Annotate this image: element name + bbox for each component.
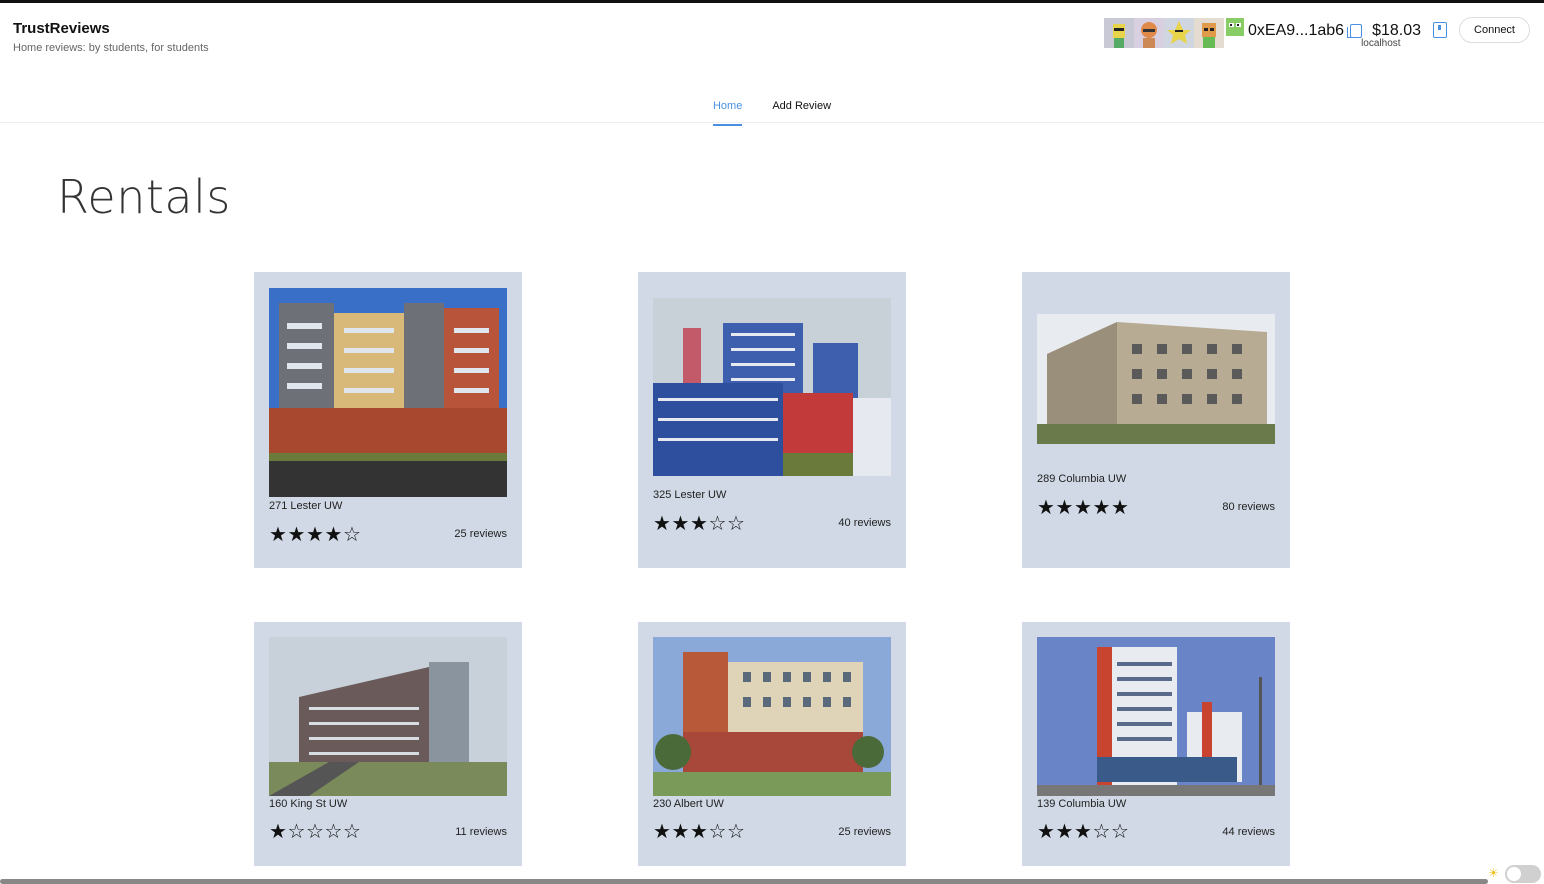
star-empty-icon: ☆ [1111, 821, 1129, 843]
avatar [1194, 18, 1224, 48]
star-filled-icon: ★ [1055, 821, 1074, 843]
avatar [1226, 18, 1244, 36]
network-label: localhost [1361, 38, 1401, 49]
review-count: 40 reviews [838, 517, 891, 529]
review-count: 44 reviews [1222, 826, 1275, 838]
star-filled-icon: ★ [1074, 821, 1092, 843]
star-filled-icon: ★ [653, 821, 671, 843]
star-filled-icon: ★ [1037, 821, 1055, 843]
star-filled-icon: ★ [1092, 497, 1111, 519]
review-count: 11 reviews [455, 826, 507, 838]
rental-photo [1037, 637, 1275, 796]
wallet-address: 0xEA9...1ab6 [1248, 22, 1345, 39]
star-empty-icon: ☆ [343, 524, 361, 546]
star-empty-icon: ☆ [306, 821, 324, 843]
rental-name: 289 Columbia UW [1037, 473, 1127, 485]
star-empty-icon: ☆ [343, 821, 361, 843]
balance-group: $18.03 localhost [1361, 17, 1421, 49]
rental-name: 139 Columbia UW [1037, 798, 1127, 810]
app-title: TrustReviews [13, 20, 110, 37]
star-filled-icon: ★ [690, 821, 708, 843]
star-filled-icon: ★ [1055, 497, 1074, 519]
rental-card[interactable]: 230 Albert UW ★ ★ ★ ☆ ☆ 25 reviews [638, 622, 906, 866]
rental-card[interactable]: 325 Lester UW ★ ★ ★ ☆ ☆ 40 reviews [638, 272, 906, 568]
rating-stars: ★ ★ ★ ☆ ☆ [1037, 822, 1130, 842]
review-count: 25 reviews [838, 826, 891, 838]
review-count: 25 reviews [454, 528, 507, 540]
rating-stars: ★ ★ ★ ☆ ☆ [653, 514, 746, 534]
star-filled-icon: ★ [671, 513, 690, 535]
star-filled-icon: ★ [690, 513, 708, 535]
page-title: Rentals [57, 170, 231, 224]
star-filled-icon: ★ [324, 524, 343, 546]
avatar [1164, 18, 1194, 48]
rental-photo [269, 637, 507, 796]
review-count: 80 reviews [1222, 501, 1275, 513]
brand: TrustReviews Home reviews: by students, … [13, 20, 209, 54]
app-subtitle: Home reviews: by students, for students [13, 42, 209, 54]
connect-button[interactable]: Connect [1459, 17, 1530, 43]
rental-card[interactable]: 139 Columbia UW ★ ★ ★ ☆ ☆ 44 reviews [1022, 622, 1290, 866]
wallet-bar: 0xEA9...1ab6 $18.03 localhost Connect [1104, 17, 1530, 49]
rental-photo [653, 298, 891, 476]
star-filled-icon: ★ [1037, 497, 1055, 519]
rental-name: 160 King St UW [269, 798, 348, 810]
main-nav: Home Add Review [0, 96, 1544, 126]
star-empty-icon: ☆ [708, 821, 727, 843]
tab-home[interactable]: Home [712, 100, 743, 126]
tab-add-review[interactable]: Add Review [772, 100, 831, 126]
rental-name: 325 Lester UW [653, 489, 727, 501]
star-empty-icon: ☆ [324, 821, 343, 843]
rental-name: 230 Albert UW [653, 798, 724, 810]
star-empty-icon: ☆ [727, 513, 745, 535]
star-filled-icon: ★ [287, 524, 306, 546]
avatar [1134, 18, 1164, 48]
rating-stars: ★ ★ ★ ★ ★ [1037, 498, 1130, 518]
star-filled-icon: ★ [269, 524, 287, 546]
rental-photo [653, 637, 891, 796]
window-top-border [0, 0, 1544, 3]
star-filled-icon: ★ [1111, 497, 1129, 519]
sun-icon: ☀ [1488, 866, 1499, 880]
theme-toggle[interactable] [1505, 865, 1541, 883]
wallet-icon[interactable] [1433, 22, 1448, 38]
rating-stars: ★ ★ ★ ★ ☆ [269, 525, 362, 545]
star-empty-icon: ☆ [727, 821, 745, 843]
star-filled-icon: ★ [671, 821, 690, 843]
avatar [1104, 18, 1134, 48]
rating-stars: ★ ★ ★ ☆ ☆ [653, 822, 746, 842]
avatar-strip [1104, 18, 1244, 48]
rental-card[interactable]: 271 Lester UW ★ ★ ★ ★ ☆ 25 reviews [254, 272, 522, 568]
star-filled-icon: ★ [306, 524, 324, 546]
toggle-knob [1507, 867, 1521, 881]
star-empty-icon: ☆ [1092, 821, 1111, 843]
rating-stars: ★ ☆ ☆ ☆ ☆ [269, 822, 362, 842]
star-empty-icon: ☆ [708, 513, 727, 535]
star-empty-icon: ☆ [287, 821, 306, 843]
copy-icon[interactable] [1347, 24, 1363, 38]
rental-card[interactable]: 160 King St UW ★ ☆ ☆ ☆ ☆ 11 reviews [254, 622, 522, 866]
star-filled-icon: ★ [1074, 497, 1092, 519]
star-filled-icon: ★ [269, 821, 287, 843]
rental-photo [1037, 314, 1275, 444]
star-filled-icon: ★ [653, 513, 671, 535]
rental-name: 271 Lester UW [269, 500, 343, 512]
rental-photo [269, 288, 507, 497]
rental-card[interactable]: 289 Columbia UW ★ ★ ★ ★ ★ 80 reviews [1022, 272, 1290, 568]
horizontal-scrollbar[interactable] [0, 879, 1488, 884]
